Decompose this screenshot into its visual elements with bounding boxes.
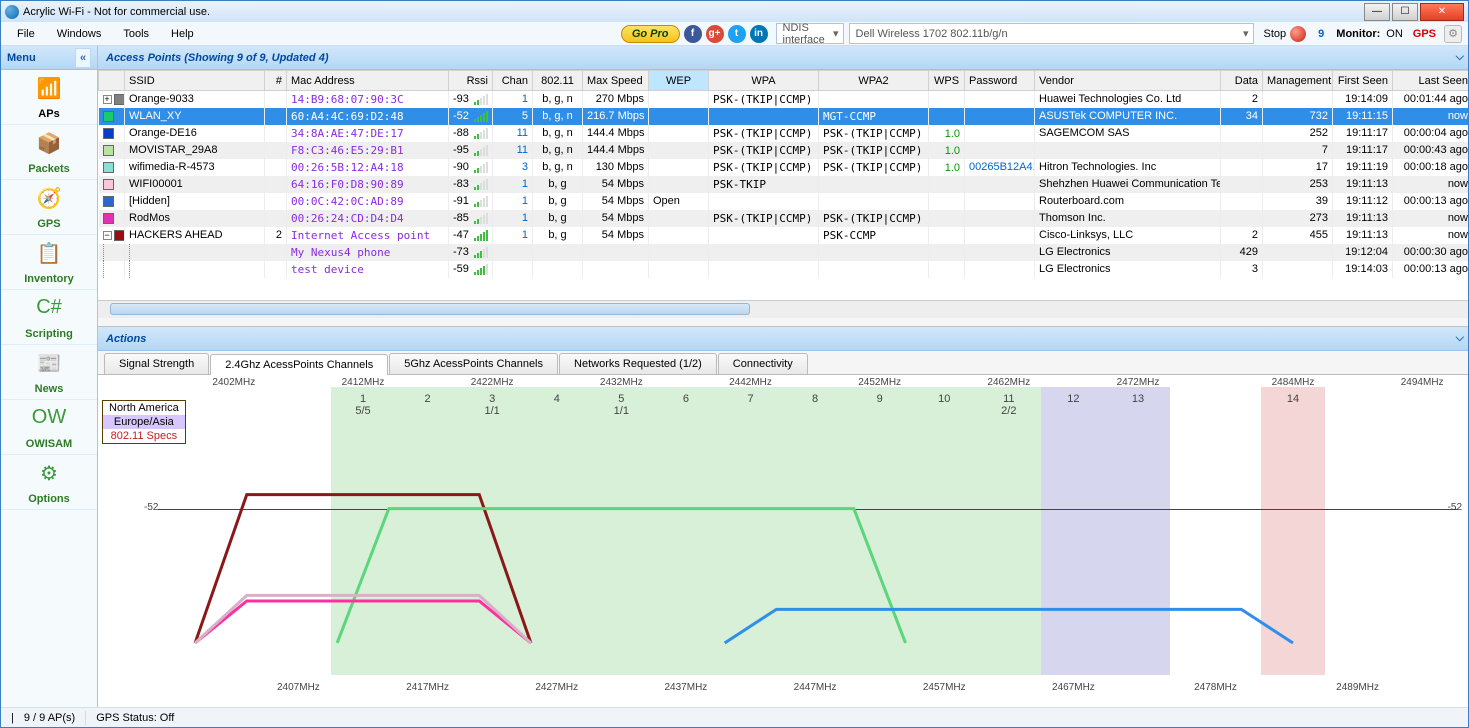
sidebar-item-news[interactable]: 📰News bbox=[1, 345, 97, 400]
packets-icon: 📦 bbox=[31, 131, 67, 161]
menu-windows[interactable]: Windows bbox=[47, 24, 112, 44]
table-row[interactable]: wifimedia-R-457300:26:5B:12:A4:18-90 3b,… bbox=[99, 159, 1469, 176]
aps-icon: 📶 bbox=[31, 76, 67, 106]
settings-icon[interactable]: ⚙ bbox=[1444, 25, 1462, 43]
gps-badge[interactable]: GPS bbox=[1413, 28, 1436, 40]
table-row[interactable]: WLAN_XY60:A4:4C:69:D2:48-52 5b, g, n216.… bbox=[99, 108, 1469, 125]
section-collapse-icon[interactable]: ⌵ bbox=[1456, 51, 1464, 64]
menu-tools[interactable]: Tools bbox=[113, 24, 159, 44]
table-row[interactable]: test device-59 LG Electronics319:14:0300… bbox=[99, 261, 1469, 278]
tab-connectivity[interactable]: Connectivity bbox=[718, 353, 808, 374]
collapse-icon[interactable]: − bbox=[103, 231, 112, 240]
actions-section-header: Actions ⌵ bbox=[98, 327, 1468, 351]
sidebar-item-options[interactable]: ⚙Options bbox=[1, 455, 97, 510]
inventory-icon: 📋 bbox=[31, 241, 67, 271]
actions-collapse-icon[interactable]: ⌵ bbox=[1456, 332, 1464, 345]
news-icon: 📰 bbox=[31, 351, 67, 381]
expand-icon[interactable]: + bbox=[103, 95, 112, 104]
table-header-row[interactable]: SSID# Mac AddressRssi Chan802.11 Max Spe… bbox=[99, 71, 1469, 91]
menu-file[interactable]: File bbox=[7, 24, 45, 44]
table-row[interactable]: RodMos00:26:24:CD:D4:D4-85 1b, g54 MbpsP… bbox=[99, 210, 1469, 227]
table-row[interactable]: MOVISTAR_29A8F8:C3:46:E5:29:B1-95 11b, g… bbox=[99, 142, 1469, 159]
sidebar: Menu « 📶APs📦Packets🧭GPS📋InventoryC#Scrip… bbox=[1, 46, 98, 707]
table-row[interactable]: Orange-DE1634:8A:AE:47:DE:17-88 11b, g, … bbox=[99, 125, 1469, 142]
interface-combo[interactable]: Dell Wireless 1702 802.11b/g/n bbox=[849, 23, 1254, 44]
close-button[interactable]: ✕ bbox=[1420, 3, 1464, 21]
window-title: Acrylic Wi-Fi - Not for commercial use. bbox=[23, 6, 1362, 18]
sidebar-item-aps[interactable]: 📶APs bbox=[1, 70, 97, 125]
facebook-icon[interactable]: f bbox=[684, 25, 702, 43]
sidebar-item-gps[interactable]: 🧭GPS bbox=[1, 180, 97, 235]
tab-signal-strength[interactable]: Signal Strength bbox=[104, 353, 209, 374]
menu-help[interactable]: Help bbox=[161, 24, 204, 44]
tab-5ghz-channels[interactable]: 5Ghz AcessPoints Channels bbox=[389, 353, 558, 374]
ap-count: 9 bbox=[1318, 28, 1324, 40]
ap-table[interactable]: SSID# Mac AddressRssi Chan802.11 Max Spe… bbox=[98, 70, 1468, 278]
sidebar-collapse-icon[interactable]: « bbox=[75, 48, 91, 68]
googleplus-icon[interactable]: g+ bbox=[706, 25, 724, 43]
monitor-state[interactable]: ON bbox=[1386, 28, 1403, 40]
horizontal-scrollbar[interactable] bbox=[98, 300, 1468, 318]
go-pro-button[interactable]: Go Pro bbox=[621, 25, 680, 43]
aps-section-header: Access Points (Showing 9 of 9, Updated 4… bbox=[98, 46, 1468, 70]
app-icon bbox=[5, 5, 19, 19]
channel-chart: North America Europe/Asia 802.11 Specs 1… bbox=[98, 375, 1468, 707]
minimize-button[interactable]: — bbox=[1364, 3, 1390, 21]
ap-grid: SSID# Mac AddressRssi Chan802.11 Max Spe… bbox=[98, 70, 1468, 327]
stop-icon bbox=[1290, 26, 1306, 42]
titlebar: Acrylic Wi-Fi - Not for commercial use. … bbox=[1, 1, 1468, 22]
sidebar-header: Menu « bbox=[1, 46, 97, 70]
actions-tabs: Signal Strength 2.4Ghz AcessPoints Chann… bbox=[98, 351, 1468, 375]
twitter-icon[interactable]: t bbox=[728, 25, 746, 43]
sidebar-item-owisam[interactable]: OWOWISAM bbox=[1, 400, 97, 455]
sidebar-item-packets[interactable]: 📦Packets bbox=[1, 125, 97, 180]
sidebar-item-scripting[interactable]: C#Scripting bbox=[1, 290, 97, 345]
linkedin-icon[interactable]: in bbox=[750, 25, 768, 43]
owisam-icon: OW bbox=[31, 406, 67, 436]
table-row[interactable]: [Hidden]00:0C:42:0C:AD:89-91 1b, g54 Mbp… bbox=[99, 193, 1469, 210]
maximize-button[interactable]: ☐ bbox=[1392, 3, 1418, 21]
tab-24ghz-channels[interactable]: 2.4Ghz AcessPoints Channels bbox=[210, 354, 388, 375]
table-row[interactable]: My Nexus4 phone-73 LG Electronics42919:1… bbox=[99, 244, 1469, 261]
scripting-icon: C# bbox=[31, 296, 67, 326]
sidebar-item-inventory[interactable]: 📋Inventory bbox=[1, 235, 97, 290]
tab-networks-requested[interactable]: Networks Requested (1/2) bbox=[559, 353, 717, 374]
status-bar: | 9 / 9 AP(s) GPS Status: Off bbox=[1, 707, 1468, 727]
status-gps: GPS Status: Off bbox=[96, 712, 174, 724]
gps-icon: 🧭 bbox=[31, 186, 67, 216]
table-row[interactable]: +Orange-903314:B9:68:07:90:3C-93 1b, g, … bbox=[99, 91, 1469, 108]
table-row[interactable]: WIFI0000164:16:F0:D8:90:89-83 1b, g54 Mb… bbox=[99, 176, 1469, 193]
status-ap-count: 9 / 9 AP(s) bbox=[24, 712, 75, 724]
menubar: File Windows Tools Help Go Pro f g+ t in… bbox=[1, 22, 1468, 46]
stop-button[interactable]: Stop bbox=[1264, 26, 1307, 42]
table-row[interactable]: −HACKERS AHEAD2Internet Access point-47 … bbox=[99, 227, 1469, 244]
options-icon: ⚙ bbox=[31, 461, 67, 491]
capture-type-combo[interactable]: NDIS interface bbox=[776, 23, 844, 44]
monitor-label: Monitor: bbox=[1336, 28, 1380, 40]
